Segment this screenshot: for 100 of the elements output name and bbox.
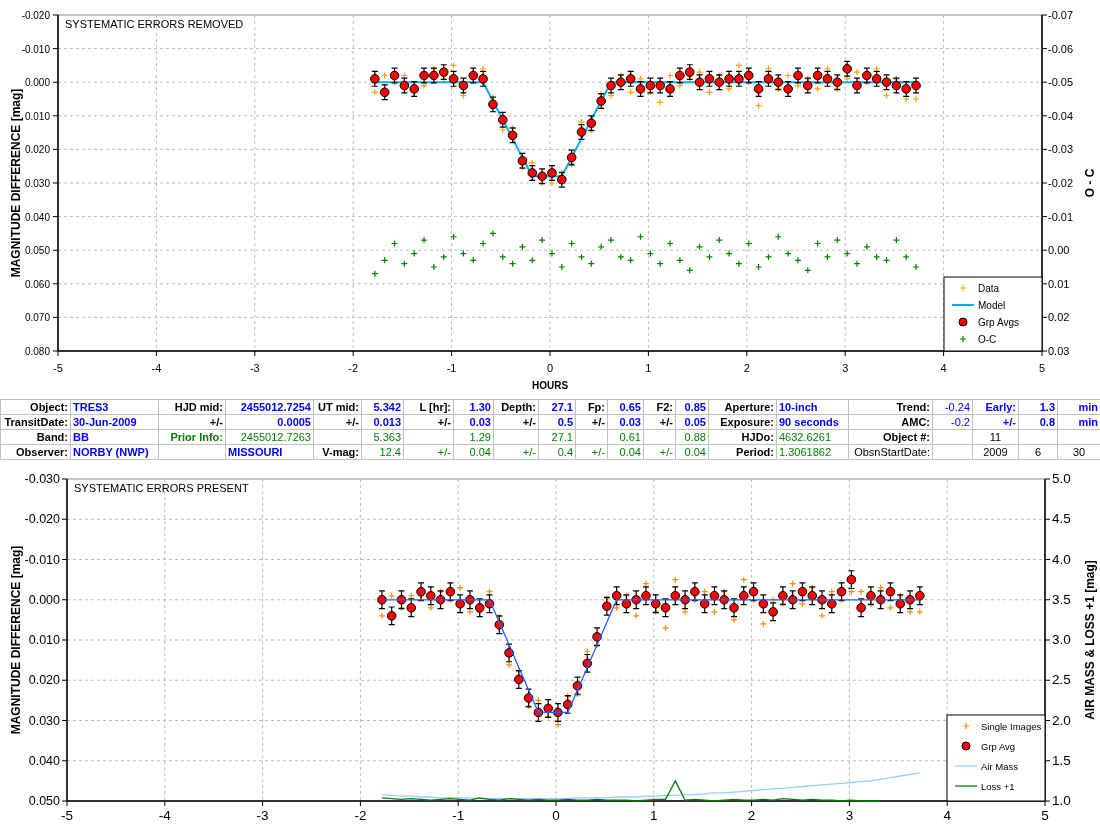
tick-label: 0.050 (24, 245, 50, 257)
table-cell: 10-inch (776, 399, 849, 415)
tick-label: -5 (53, 362, 63, 374)
point (547, 168, 557, 178)
tick-label: -3 (256, 808, 269, 823)
point (778, 590, 788, 601)
tick-label: -2 (348, 362, 359, 374)
point (773, 77, 784, 87)
table-cell: min (1057, 399, 1100, 415)
table-cell: MISSOURI (225, 444, 314, 460)
table-cell: 0.0005 (225, 414, 314, 430)
table-cell: 5.342 (361, 399, 404, 415)
point (386, 611, 397, 621)
point (915, 590, 925, 601)
point (807, 590, 818, 601)
table-cell: Early: (972, 399, 1019, 415)
table-cell: Band: (0, 429, 71, 445)
tick-label: -0.010 (24, 552, 60, 567)
legend-label: Loss +1 (981, 781, 1015, 792)
point (445, 586, 456, 597)
tick-label: 0 (552, 808, 560, 823)
point (602, 601, 612, 611)
table-cell: 0.85 (675, 399, 709, 415)
tick-label: -0.020 (21, 10, 50, 21)
tick-label: 1 (650, 808, 658, 823)
tick-label: 5 (1038, 362, 1046, 374)
axis-title: MAGNITUDE DIFFERENCE [mag] (9, 545, 23, 735)
table-cell: 30-Jun-2009 (70, 414, 159, 430)
table-cell: 2009 (972, 444, 1019, 460)
tick-label: 4 (940, 362, 947, 374)
table-cell: 0.5 (538, 414, 576, 430)
point (586, 118, 597, 128)
point (895, 598, 906, 609)
point (576, 127, 587, 137)
chart-title: SYSTEMATIC ERRORS PRESENT (74, 482, 249, 494)
point (660, 603, 671, 613)
point (901, 84, 912, 94)
tick-label: 0.030 (28, 713, 60, 728)
tick-label: 0.030 (24, 178, 50, 189)
table-cell: 1.3 (1018, 399, 1058, 415)
table-cell: 0.04 (453, 444, 494, 460)
point (822, 74, 833, 84)
legend-label: Grp Avgs (978, 317, 1019, 328)
table-cell: Aperture: (708, 399, 777, 415)
point (625, 74, 636, 84)
tick-label: 0.000 (24, 77, 50, 89)
point (704, 74, 715, 84)
point (527, 168, 538, 178)
point (478, 74, 488, 84)
table-cell: +/- (575, 444, 608, 460)
table-cell: +/- (493, 414, 539, 430)
point (797, 586, 808, 597)
point (497, 115, 508, 125)
legend-label: Single Images (981, 721, 1042, 732)
tick-label: 4 (943, 808, 951, 823)
tick-label: -1 (452, 808, 465, 823)
point (474, 603, 485, 613)
axis-title: O - C (1083, 168, 1097, 198)
point (670, 590, 681, 601)
point (827, 598, 837, 609)
point (753, 84, 764, 94)
tick-label: 3.5 (1052, 591, 1071, 607)
point (734, 74, 744, 84)
legend-label: Grp Avg (981, 741, 1016, 752)
point (416, 586, 426, 597)
table-cell: Object: (0, 399, 71, 415)
tick-label: 5 (1041, 808, 1049, 823)
point (724, 74, 734, 84)
table-cell: +/- (313, 414, 362, 430)
tick-label: 2.5 (1052, 672, 1071, 688)
point (836, 586, 847, 597)
tick-label: -0.03 (1048, 143, 1074, 156)
point (611, 590, 622, 601)
tick-label: -0.010 (21, 43, 50, 55)
table-cell: 1.30 (453, 399, 494, 415)
table-cell: 2455012.7254 (225, 399, 314, 415)
axis-title: AIR MASS & LOSS +1 [mag] (1083, 560, 1097, 720)
tick-label: 3.0 (1052, 632, 1071, 647)
point (885, 586, 896, 597)
table-cell: UT mid: (313, 399, 362, 415)
point (621, 598, 632, 609)
tick-label: 2.0 (1052, 712, 1071, 728)
tick-label: -0.04 (1048, 109, 1074, 122)
tick-label: 0.070 (24, 312, 50, 324)
table-cell: Depth: (493, 399, 539, 415)
table-cell: Fp: (575, 399, 608, 415)
table-cell: 0.03 (607, 414, 644, 430)
table-cell: TRES3 (70, 399, 159, 415)
tick-label: -5 (61, 808, 73, 823)
tick-label: 0.040 (28, 753, 60, 768)
table-cell: 0.65 (607, 399, 644, 415)
table-cell: 1.29 (453, 429, 494, 445)
tick-label: 0.03 (1048, 345, 1070, 357)
tick-label: 1 (645, 362, 652, 374)
point (406, 603, 417, 613)
point (694, 77, 705, 87)
point (758, 598, 769, 609)
point (729, 603, 739, 613)
table-cell: TransitDate: (0, 414, 71, 430)
tick-label: -0.030 (24, 472, 60, 486)
